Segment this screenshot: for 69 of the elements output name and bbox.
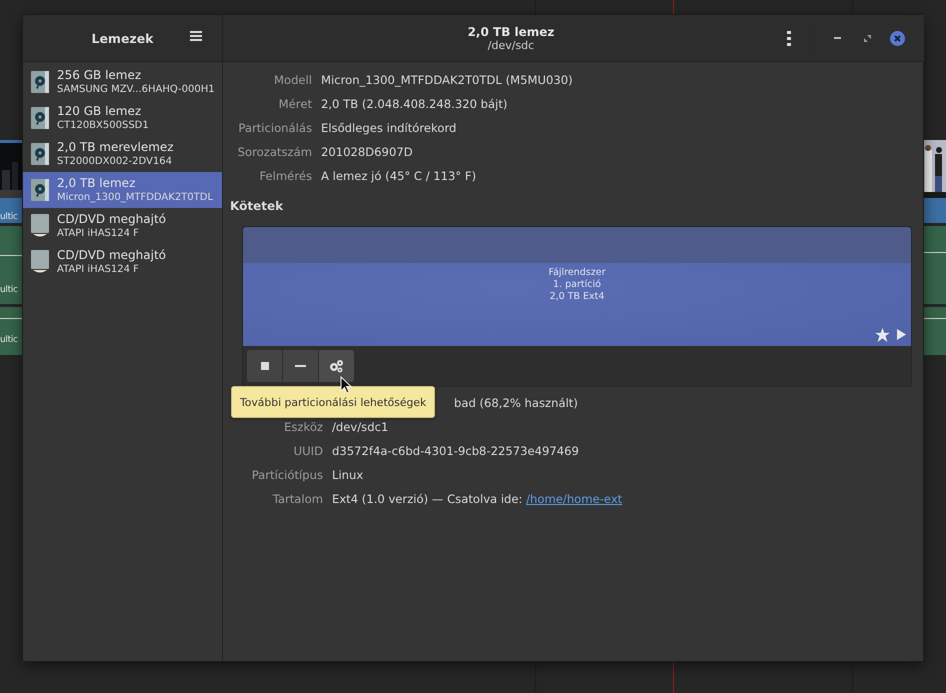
disk-model: SAMSUNG MZV...6HAHQ-000H1 [57, 83, 215, 96]
audio-clip [0, 307, 23, 355]
field-value: 2,0 TB (2.048.408.248.320 bájt) [321, 96, 508, 113]
partition-label: 2,0 TB Ext4 [550, 291, 604, 303]
window-subtitle: /dev/sdc [488, 38, 534, 52]
partition-label: Fájlrendszer [548, 267, 606, 279]
field-value: A lemez jó (45° C / 113° F) [321, 168, 478, 185]
field-value: Micron_1300_MTFDDAK2T0TDL (M5MU030) [321, 72, 574, 89]
optical-drive-icon [31, 214, 49, 238]
menu-button[interactable] [190, 30, 204, 44]
disk-model: ATAPI iHAS124 F [57, 227, 140, 240]
gears-icon [328, 359, 344, 373]
gear-button[interactable] [319, 350, 354, 382]
field-label: Particionálás [237, 120, 312, 137]
close-icon [890, 30, 904, 46]
field-value: Ext4 (1.0 verzió) — Csatolva ide: /home/home-ext [332, 491, 624, 508]
disk-title: 120 GB lemez [57, 104, 142, 119]
video-clip [0, 198, 23, 223]
field-value: bad (68,2% használt) [454, 395, 579, 412]
partition-label: 1. partíció [553, 279, 601, 291]
field-label: Eszköz [283, 419, 323, 436]
field-label: Méret [278, 96, 312, 113]
play-icon [897, 329, 906, 340]
field-value: d3572f4a-c6bd-4301-9cb8-22573e497469 [332, 443, 580, 460]
disk-title: 256 GB lemez [57, 68, 142, 83]
disk-model: Micron_1300_MTFDDAK2T0TDL [57, 191, 214, 204]
disk-model: ATAPI iHAS124 F [57, 263, 140, 276]
disk-list-item[interactable]: CD/DVD meghajtó ATAPI iHAS124 F [23, 208, 222, 244]
disk-list-item[interactable]: CD/DVD meghajtó ATAPI iHAS124 F [23, 244, 222, 280]
mount-link[interactable]: /home/home-ext [526, 492, 622, 506]
disk-model: CT120BX500SSD1 [57, 119, 149, 132]
section-title: Kötetek [230, 198, 284, 214]
field-label: Partíciótípus [250, 467, 323, 484]
optical-drive-icon [31, 250, 49, 274]
disk-title: 2,0 TB lemez [57, 176, 136, 191]
field-value: /dev/sdc1 [332, 419, 390, 436]
audio-clip [923, 307, 946, 355]
disk-list-item[interactable]: 256 GB lemez SAMSUNG MZV...6HAHQ-000H1 [23, 64, 222, 100]
window-title: 2,0 TB lemez [468, 24, 554, 38]
field-label: UUID [292, 443, 323, 460]
minus-icon [295, 365, 306, 367]
clip-label: ultic [0, 335, 18, 346]
field-label: Modell [272, 72, 312, 89]
disk-title: CD/DVD meghajtó [57, 212, 166, 227]
field-label: Sorozatszám [236, 144, 312, 161]
disk-title: 2,0 TB merevlemez [57, 140, 174, 155]
video-clip [923, 198, 946, 223]
field-label: Tartalom [272, 491, 323, 508]
field-value: Linux [332, 467, 364, 484]
disk-model: ST2000DX002-2DV164 [57, 155, 173, 168]
field-label: Felmérés [258, 168, 312, 185]
tooltip-text: További particionálási lehetőségek [240, 396, 426, 408]
clip-label: ultic [0, 285, 18, 296]
clip-label: ultic [0, 212, 18, 223]
vertical-dots-icon [787, 30, 791, 46]
cursor-icon [340, 376, 352, 394]
field-value: 201028D6907D [321, 144, 414, 161]
star-icon [875, 328, 890, 342]
disk-list-item[interactable]: 120 GB lemez CT120BX500SSD1 [23, 100, 222, 136]
maximize-icon [864, 34, 870, 42]
disk-list-item[interactable]: 2,0 TB lemez Micron_1300_MTFDDAK2T0TDL [23, 172, 222, 208]
field-value: Elsődleges indítórekord [321, 120, 458, 137]
sidebar-title: Lemezek [91, 30, 154, 46]
disk-list-item[interactable]: 2,0 TB merevlemez ST2000DX002-2DV164 [23, 136, 222, 172]
menu-icon [190, 30, 202, 42]
stop-icon [260, 362, 268, 370]
stop-button[interactable] [247, 350, 282, 382]
disk-title: CD/DVD meghajtó [57, 248, 166, 263]
minimize-icon [834, 37, 840, 39]
